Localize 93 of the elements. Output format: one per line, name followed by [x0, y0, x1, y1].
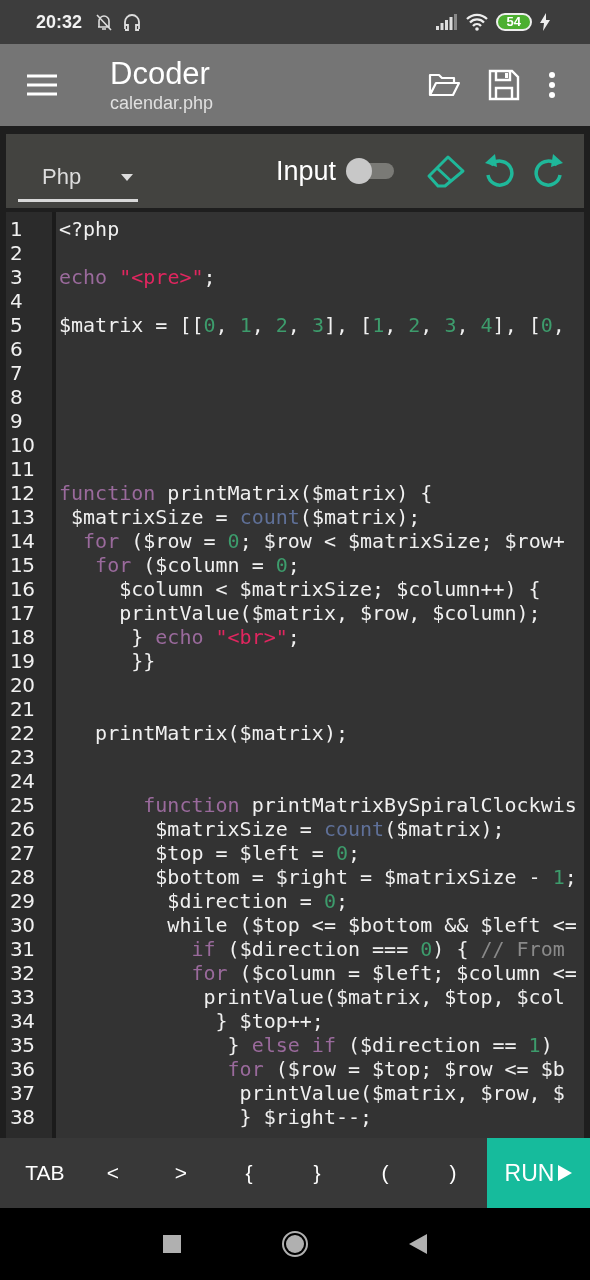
bell-off-icon [94, 12, 115, 32]
symbol-key[interactable]: { [215, 1138, 283, 1208]
symbol-key[interactable]: ( [351, 1138, 419, 1208]
symbol-key[interactable]: < [79, 1138, 147, 1208]
wifi-icon [465, 13, 488, 31]
code-line: for ($row = 0; $row < $matrixSize; $row+ [82, 529, 565, 553]
status-time: 20:32 [36, 11, 83, 33]
code-line: if ($direction === 0) { // From [190, 937, 565, 961]
line-number: 2 [9, 241, 24, 265]
headphones-icon [122, 12, 143, 32]
symbol-key[interactable]: TAB [11, 1138, 79, 1208]
line-number: 30 [9, 913, 36, 937]
line-number: 3 [9, 265, 24, 289]
input-label: Input [275, 155, 336, 187]
line-number: 21 [9, 697, 36, 721]
code-line: $matrix = [[0, 1, 2, 3], [1, 2, 3, 4], [0, [59, 313, 565, 337]
symbol-key[interactable]: ) [419, 1138, 487, 1208]
line-number: 24 [9, 769, 36, 793]
app-title: Dcoder [110, 56, 210, 92]
code-line: printValue($matrix, $row, $column); [118, 601, 541, 625]
code-editor[interactable] [6, 212, 584, 1138]
code-line: $matrixSize = count($matrix); [154, 817, 505, 841]
charging-icon [540, 13, 550, 31]
line-number: 13 [9, 505, 36, 529]
signal-icon [435, 14, 458, 30]
line-number: 8 [9, 385, 24, 409]
line-number: 9 [9, 409, 24, 433]
line-number: 15 [9, 553, 36, 577]
code-line: while ($top <= $bottom && $left <= [166, 913, 577, 937]
line-number: 22 [9, 721, 36, 745]
line-number: 35 [9, 1033, 36, 1057]
line-number: 25 [9, 793, 36, 817]
code-line: printValue($matrix, $top, $col [202, 985, 565, 1009]
code-line: function printMatrix($matrix) { [59, 481, 433, 505]
line-number: 11 [9, 457, 36, 481]
line-number: 10 [9, 433, 36, 457]
line-number: 37 [9, 1081, 36, 1105]
back-icon[interactable] [409, 1234, 427, 1254]
code-line: $top = $left = 0; [154, 841, 361, 865]
play-icon [558, 1165, 573, 1181]
line-number: 27 [9, 841, 36, 865]
line-number: 7 [9, 361, 24, 385]
input-toggle[interactable] [346, 158, 394, 184]
line-number: 17 [9, 601, 36, 625]
code-line: } echo "<br>"; [130, 625, 300, 649]
line-number: 19 [9, 649, 36, 673]
code-line: }} [130, 649, 156, 673]
line-number: 23 [9, 745, 36, 769]
code-line: <?php [59, 217, 120, 241]
line-number: 29 [9, 889, 36, 913]
line-number: 16 [9, 577, 36, 601]
code-line: $column < $matrixSize; $column++) { [118, 577, 541, 601]
code-line: printMatrix($matrix); [94, 721, 348, 745]
file-name: calendar.php [110, 92, 214, 114]
line-number: 33 [9, 985, 36, 1009]
language-dropdown[interactable]: Php [18, 154, 138, 202]
more-icon[interactable] [548, 72, 556, 98]
code-line: function printMatrixBySpiralClockwis [142, 793, 577, 817]
line-number: 36 [9, 1057, 36, 1081]
line-number: 34 [9, 1009, 36, 1033]
code-line: $matrixSize = count($matrix); [70, 505, 421, 529]
save-icon[interactable] [488, 69, 520, 101]
line-number: 4 [9, 289, 24, 313]
code-line: $bottom = $right = $matrixSize - 1; [154, 865, 577, 889]
eraser-icon[interactable] [426, 154, 466, 188]
code-line: echo "<pre>"; [59, 265, 216, 289]
line-number: 32 [9, 961, 36, 985]
symbol-key[interactable]: > [147, 1138, 215, 1208]
code-line: $direction = 0; [166, 889, 348, 913]
line-number: 5 [9, 313, 24, 337]
line-number: 6 [9, 337, 24, 361]
line-number: 18 [9, 625, 36, 649]
home-icon[interactable] [281, 1230, 309, 1258]
code-line: } $right--; [238, 1105, 373, 1129]
line-number: 14 [9, 529, 36, 553]
line-number: 12 [9, 481, 36, 505]
line-number: 1 [9, 217, 24, 241]
line-number: 31 [9, 937, 36, 961]
battery-indicator: 54 [495, 13, 532, 31]
folder-icon[interactable] [428, 72, 460, 98]
menu-icon[interactable] [27, 74, 57, 96]
caret-icon [121, 173, 134, 181]
symbol-key[interactable]: } [283, 1138, 351, 1208]
code-line: for ($row = $top; $row <= $b [226, 1057, 565, 1081]
line-number: 26 [9, 817, 36, 841]
code-line: } else if ($direction == 1) [226, 1033, 553, 1057]
code-line: for ($column = $left; $column <= [190, 961, 577, 985]
line-number: 20 [9, 673, 36, 697]
line-number: 38 [9, 1105, 36, 1129]
code-line: } $top++; [214, 1009, 324, 1033]
line-number: 28 [9, 865, 36, 889]
code-line: for ($column = 0; [94, 553, 300, 577]
code-line: printValue($matrix, $row, $ [238, 1081, 565, 1105]
